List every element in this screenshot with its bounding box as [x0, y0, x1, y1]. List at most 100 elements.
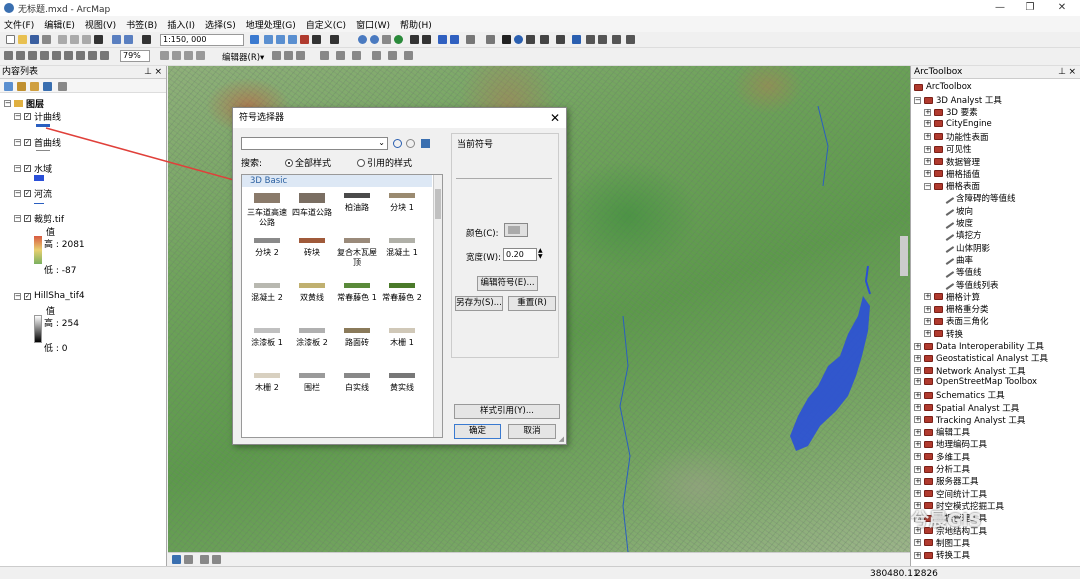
symbol-item[interactable]: 黄实线 [379, 373, 425, 393]
list-by-selection-icon[interactable] [43, 82, 52, 91]
dem-color-ramp[interactable] [34, 236, 42, 264]
refresh-icon[interactable] [200, 555, 209, 564]
radio-unselected-icon[interactable] [357, 159, 365, 167]
toolbox-item[interactable]: + Tracking Analyst 工具 [914, 414, 1025, 426]
layer-visibility-checkbox[interactable]: ✓ [24, 139, 31, 146]
list-by-drawing-order-icon[interactable] [4, 82, 13, 91]
pin-icon[interactable]: ⊥ [144, 66, 152, 79]
dialog-close-icon[interactable]: ✕ [550, 108, 560, 128]
menu-edit[interactable]: 编辑(E) [44, 18, 75, 31]
edit-symbol-button[interactable]: 编辑符号(E)... [477, 276, 538, 291]
color-swatch[interactable] [508, 226, 520, 234]
color-picker[interactable] [504, 223, 528, 237]
layer-symbol-line[interactable] [36, 150, 50, 151]
expand-icon[interactable]: + [924, 158, 931, 165]
toolbox-item[interactable]: + 地理编码工具 [914, 438, 987, 450]
editor-menu[interactable]: 编辑器(R)▾ [222, 51, 264, 63]
full-extent-icon[interactable] [394, 35, 403, 44]
catalog-icon[interactable] [276, 35, 285, 44]
paste-icon[interactable] [82, 35, 91, 44]
symbol-item[interactable]: 涂漆板 2 [289, 328, 335, 348]
toolbox-item[interactable]: + CityEngine [924, 119, 992, 129]
layer-visibility-checkbox[interactable]: ✓ [24, 113, 31, 120]
fixed-zoom-in-icon[interactable] [410, 35, 419, 44]
layout-pan-icon[interactable] [28, 51, 37, 60]
symbol-item[interactable]: 木栅 1 [379, 328, 425, 348]
symbol-item[interactable]: 常春藤色 2 [379, 283, 425, 303]
layer-visibility-checkbox[interactable]: ✓ [24, 165, 31, 172]
menu-selection[interactable]: 选择(S) [205, 18, 236, 31]
identify-icon[interactable] [514, 35, 523, 44]
toc-options-icon[interactable] [58, 82, 67, 91]
symbol-item[interactable]: 砖块 [289, 238, 335, 258]
find-route-icon[interactable] [586, 35, 595, 44]
close-button[interactable]: ✕ [1047, 0, 1077, 16]
symbol-gallery[interactable]: 3D Basic 三车道高速公路 四车道公路 柏油路 分块 1 分块 2 砖块 复合木瓦屋顶… [241, 174, 443, 438]
new-icon[interactable] [6, 35, 15, 44]
delete-icon[interactable] [94, 35, 103, 44]
fixed-zoom-out-layout-icon[interactable] [100, 51, 109, 60]
save-icon[interactable] [30, 35, 39, 44]
menu-geoprocessing[interactable]: 地理处理(G) [246, 18, 296, 31]
collapse-icon[interactable]: − [14, 190, 21, 197]
fixed-zoom-out-icon[interactable] [422, 35, 431, 44]
toolbox-item[interactable]: + 功能性表面 [924, 131, 989, 143]
pan-icon[interactable] [382, 35, 391, 44]
maximize-button[interactable]: ❐ [1015, 0, 1045, 16]
collapse-icon[interactable]: − [4, 100, 11, 107]
toolbox-item[interactable]: 填挖方 [934, 229, 982, 241]
select-features-icon[interactable] [466, 35, 475, 44]
layout-zoom-out-icon[interactable] [16, 51, 25, 60]
attributes-icon[interactable] [372, 51, 381, 60]
toolbox-item[interactable]: + 空间统计工具 [914, 488, 987, 500]
forward-extent-icon[interactable] [450, 35, 459, 44]
rotate-icon[interactable] [352, 51, 361, 60]
toolbox-item[interactable]: + 多维工具 [914, 451, 970, 463]
toolbox-item[interactable]: + 制图工具 [914, 537, 970, 549]
resize-grip-icon[interactable]: ◢ [559, 435, 564, 443]
modelbuilder-icon[interactable] [330, 35, 339, 44]
symbol-item[interactable]: 复合木瓦屋顶 [334, 238, 380, 268]
symbol-item[interactable]: 双黄线 [289, 283, 335, 303]
print-icon[interactable] [42, 35, 51, 44]
chevron-down-icon[interactable]: ⌄ [378, 138, 385, 147]
expand-icon[interactable]: + [914, 378, 921, 386]
symbol-item[interactable]: 四车道公路 [289, 193, 335, 218]
pause-drawing-icon[interactable] [212, 555, 221, 564]
menu-insert[interactable]: 插入(I) [167, 18, 195, 31]
symbol-item[interactable]: 白实线 [334, 373, 380, 393]
symbol-item[interactable]: 分块 1 [379, 193, 425, 213]
create-features-icon[interactable] [404, 51, 413, 60]
collapse-icon[interactable]: − [14, 165, 21, 172]
html-popup-icon[interactable] [540, 35, 549, 44]
toolbox-item[interactable]: + Geostatistical Analyst 工具 [914, 352, 1048, 364]
collapse-icon[interactable]: − [914, 96, 921, 104]
edit-tool-icon[interactable] [272, 51, 281, 60]
style-references-button[interactable]: 样式引用(Y)... [454, 404, 560, 419]
toolbox-item[interactable]: 含障碍的等值线 [934, 192, 1016, 204]
toc-layer-heliu[interactable]: − ✓ 河流 [14, 187, 52, 200]
zoom-out-icon[interactable] [370, 35, 379, 44]
toolbox-item[interactable]: + 栅格重分类 [924, 303, 989, 315]
radio-all-styles[interactable]: 全部样式 [285, 156, 331, 169]
zoom-whole-page-icon[interactable] [40, 51, 49, 60]
toolbox-item[interactable]: 坡向 [934, 205, 973, 217]
scale-combo[interactable]: 1:150, 000 [160, 34, 244, 46]
expand-icon[interactable]: + [924, 317, 931, 325]
layer-visibility-checkbox[interactable]: ✓ [24, 190, 31, 197]
straight-segment-icon[interactable] [296, 51, 305, 60]
expand-icon[interactable]: + [924, 133, 931, 141]
layout-forward-icon[interactable] [76, 51, 85, 60]
save-as-button[interactable]: 另存为(S)... [455, 296, 503, 311]
toolbox-item[interactable]: + OpenStreetMap Toolbox [914, 377, 1037, 387]
python-icon[interactable] [312, 35, 321, 44]
sketch-properties-icon[interactable] [388, 51, 397, 60]
toolbox-item[interactable]: + 分析工具 [914, 463, 970, 475]
expand-icon[interactable]: + [924, 330, 931, 338]
toolbox-item[interactable]: + 编辑工具 [914, 426, 970, 438]
expand-icon[interactable]: + [924, 108, 931, 116]
expand-icon[interactable]: + [914, 453, 921, 461]
collapse-icon[interactable]: − [14, 139, 21, 146]
symbol-item[interactable]: 柏油路 [334, 193, 380, 213]
toolbox-item[interactable]: − 3D Analyst 工具 [914, 94, 1002, 106]
